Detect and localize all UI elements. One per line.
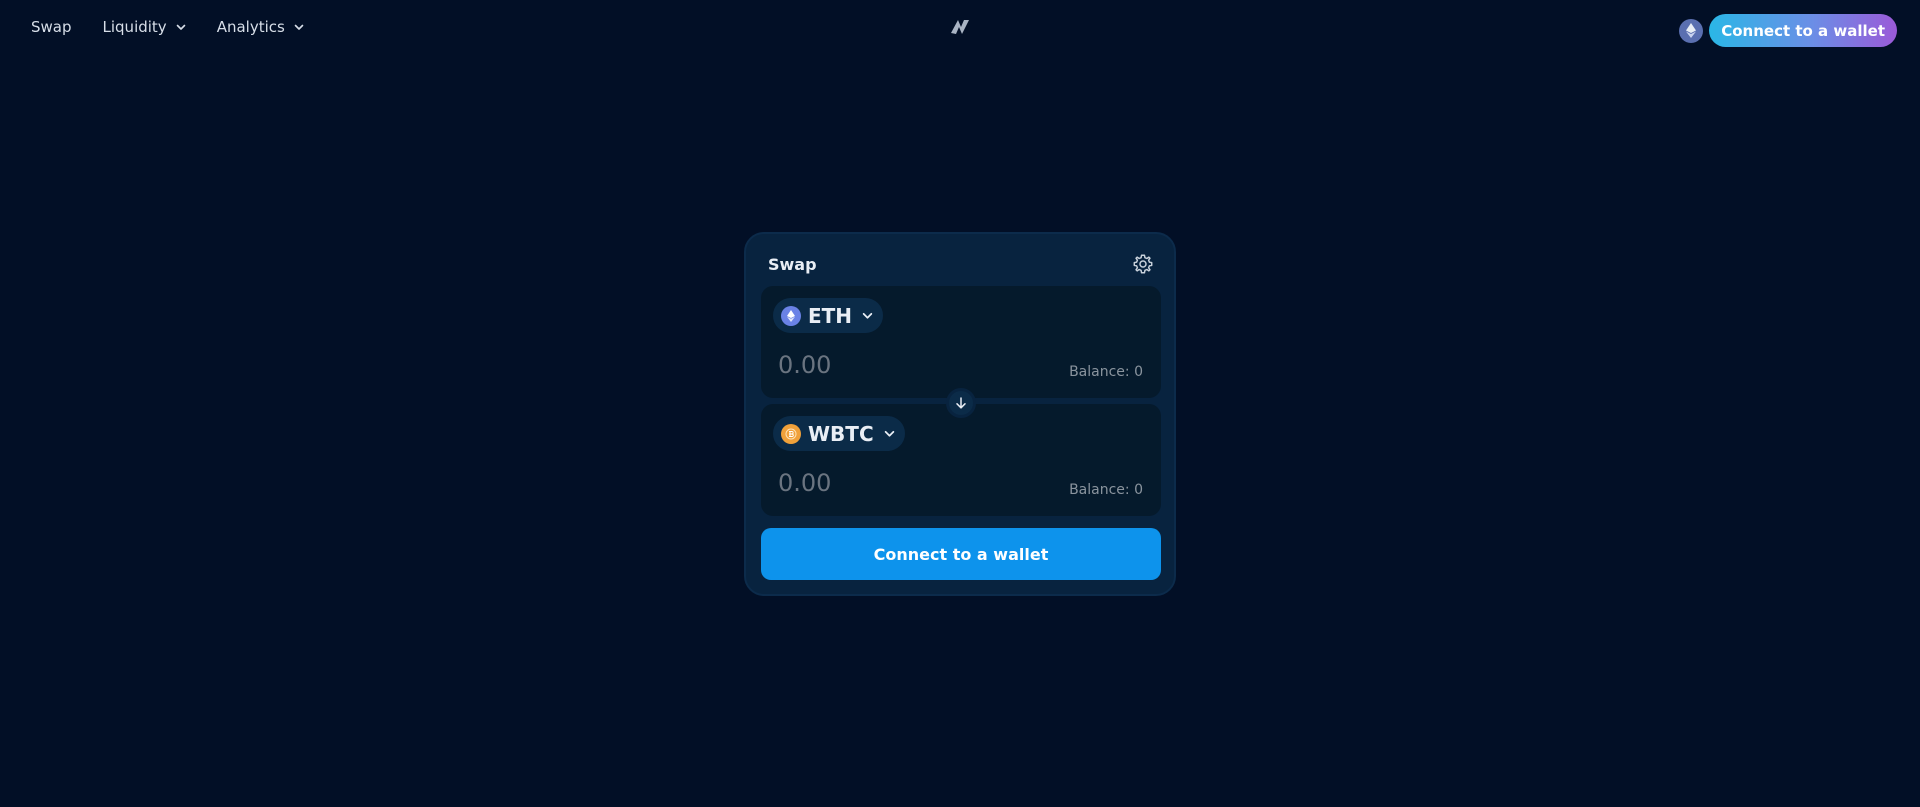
connect-wallet-button[interactable]: Connect to a wallet — [1709, 14, 1897, 47]
chevron-down-icon — [176, 24, 185, 30]
arrow-down-icon — [956, 397, 966, 409]
bitcoin-icon — [781, 423, 801, 444]
nav-item-label: Analytics — [216, 18, 285, 36]
chevron-down-icon — [862, 312, 873, 319]
connect-wallet-button[interactable]: Connect to a wallet — [761, 528, 1161, 580]
chevron-down-icon — [884, 430, 894, 437]
swap-card-title: Swap — [768, 254, 817, 274]
from-token-symbol: ETH — [808, 303, 853, 328]
ethereum-icon — [781, 305, 801, 326]
nav-item-label: Liquidity — [102, 18, 167, 36]
nav-item-analytics[interactable]: Analytics — [217, 18, 304, 36]
switch-direction-button[interactable] — [946, 388, 976, 418]
from-balance: Balance: 0 — [1069, 364, 1143, 380]
swap-from-panel: ETH Balance: 0 — [761, 286, 1161, 398]
top-navigation-bar: Swap Liquidity Analytics Connect to a wa… — [0, 0, 1920, 60]
swap-to-panel: WBTC Balance: 0 — [761, 404, 1161, 516]
ethereum-icon — [1686, 23, 1697, 38]
ethereum-network-icon[interactable] — [1679, 18, 1704, 43]
main-nav: Swap Liquidity Analytics — [31, 18, 335, 36]
gear-icon[interactable] — [1132, 253, 1154, 275]
nav-item-label: Swap — [31, 18, 72, 36]
chevron-down-icon — [294, 24, 304, 30]
from-token-selector[interactable]: ETH — [773, 298, 884, 333]
nav-item-swap[interactable]: Swap — [31, 18, 72, 36]
swap-card-header: Swap — [768, 252, 1154, 276]
to-balance: Balance: 0 — [1069, 482, 1143, 498]
swap-card: Swap ETH Balance: 0 — [744, 232, 1176, 596]
to-amount-input[interactable] — [778, 469, 978, 497]
wallet-area: Connect to a wallet — [1679, 14, 1897, 47]
to-token-selector[interactable]: WBTC — [773, 416, 905, 451]
from-amount-input[interactable] — [778, 351, 978, 379]
nav-item-liquidity[interactable]: Liquidity — [103, 18, 186, 36]
to-token-symbol: WBTC — [808, 421, 874, 446]
app-logo-icon[interactable] — [948, 16, 972, 38]
